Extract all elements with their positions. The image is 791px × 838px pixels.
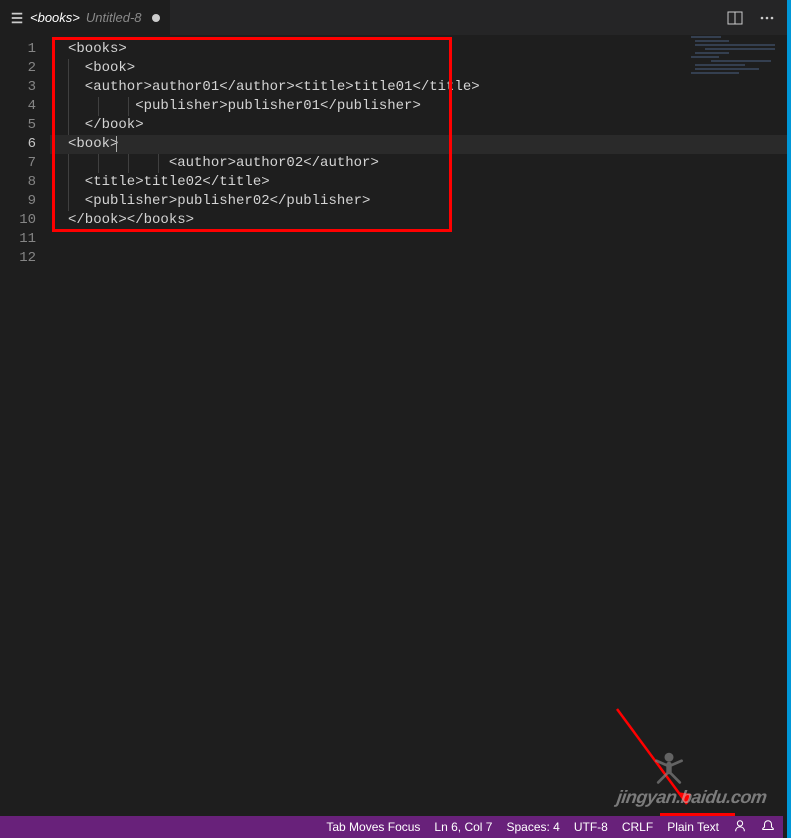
status-cursor-position[interactable]: Ln 6, Col 7 [434,820,492,834]
status-bar: Tab Moves Focus Ln 6, Col 7 Spaces: 4 UT… [0,816,783,838]
indent-guide-icon [68,173,69,192]
indent-guide-icon [68,78,69,97]
code-line[interactable]: <author>author02</author> [50,154,787,173]
status-language-mode[interactable]: Plain Text [667,820,719,834]
indent-guide-icon [98,154,99,173]
text-cursor-icon [116,136,117,152]
line-number: 2 [0,59,50,78]
code-line[interactable] [50,230,787,249]
line-number: 3 [0,78,50,97]
code-line[interactable]: </book></books> [50,211,787,230]
indent-guide-icon [68,97,69,116]
code-line[interactable]: <book> [50,59,787,78]
tab-title-sub: Untitled-8 [86,10,142,25]
code-text: </book> [68,117,144,133]
line-number: 9 [0,192,50,211]
code-text: <publisher>publisher01</publisher> [68,98,421,114]
indent-guide-icon [128,154,129,173]
code-line[interactable]: <publisher>publisher02</publisher> [50,192,787,211]
indent-guide-icon [68,59,69,78]
code-line[interactable]: <title>title02</title> [50,173,787,192]
code-text: <books> [68,41,127,57]
more-actions-icon[interactable] [757,8,777,28]
tab-bar: <books> Untitled-8 [0,0,787,35]
indent-guide-icon [68,192,69,211]
code-line[interactable] [50,249,787,268]
notifications-icon[interactable] [761,819,775,836]
line-number: 12 [0,249,50,268]
line-number: 11 [0,230,50,249]
line-number: 4 [0,97,50,116]
code-text: </book></books> [68,212,194,228]
line-number: 1 [0,40,50,59]
status-indentation[interactable]: Spaces: 4 [506,820,559,834]
split-editor-icon[interactable] [725,8,745,28]
line-number: 8 [0,173,50,192]
indent-guide-icon [68,116,69,135]
indent-guide-icon [128,97,129,116]
code-text: <book> [68,60,135,76]
indent-guide-icon [158,154,159,173]
line-number: 7 [0,154,50,173]
status-eol[interactable]: CRLF [622,820,653,834]
file-icon [10,11,24,25]
tab-title-main: <books> [30,10,80,25]
code-text: <author>author01</author><title>title01<… [68,79,480,95]
code-text: <book> [68,136,118,152]
line-number: 10 [0,211,50,230]
code-text: <title>title02</title> [68,174,270,190]
code-text: <publisher>publisher02</publisher> [68,193,370,209]
code-line[interactable]: <book> [50,135,787,154]
line-number: 5 [0,116,50,135]
status-tab-moves-focus[interactable]: Tab Moves Focus [326,820,420,834]
editor-tab[interactable]: <books> Untitled-8 [0,0,171,35]
code-text: <author>author02</author> [68,155,379,171]
indent-guide-icon [68,154,69,173]
indent-guide-icon [98,97,99,116]
code-line[interactable]: <author>author01</author><title>title01<… [50,78,787,97]
minimap[interactable] [691,36,781,106]
line-number-gutter: 123456789101112 [0,35,50,816]
code-line[interactable]: <publisher>publisher01</publisher> [50,97,787,116]
dirty-dot-icon [152,14,160,22]
code-line[interactable]: </book> [50,116,787,135]
feedback-icon[interactable] [733,819,747,836]
code-area[interactable]: <books> <book> <author>author01</author>… [50,35,787,816]
code-line[interactable]: <books> [50,40,787,59]
line-number: 6 [0,135,50,154]
status-encoding[interactable]: UTF-8 [574,820,608,834]
editor[interactable]: 123456789101112 <books> <book> <author>a… [0,35,787,816]
